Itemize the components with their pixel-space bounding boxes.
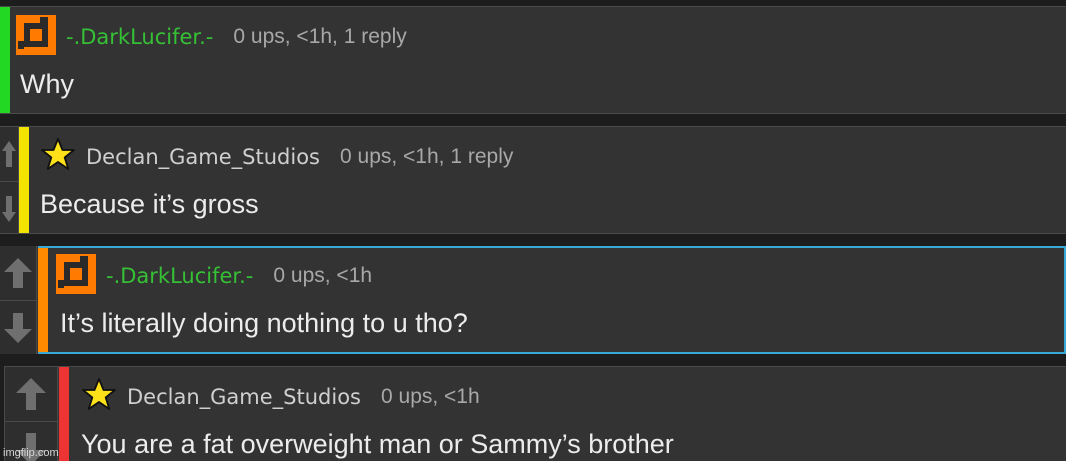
comment-thread: -.DarkLucifer.- 0 ups, <1h, 1 reply Why <box>0 0 1066 461</box>
orange-pixel-avatar-icon[interactable] <box>16 14 56 60</box>
comment: Declan_Game_Studios 0 ups, <1h, 1 reply … <box>0 126 1066 234</box>
selected-comment-frame: -.DarkLucifer.- 0 ups, <1h It’s literall… <box>38 246 1066 354</box>
comment-header: Declan_Game_Studios 0 ups, <1h, 1 reply <box>40 137 513 177</box>
vote-column <box>0 127 19 233</box>
comment-meta: 0 ups, <1h, 1 reply <box>233 25 407 48</box>
username-link[interactable]: -.DarkLucifer.- <box>66 25 213 49</box>
up-arrow-icon <box>2 140 16 167</box>
comment-text: You are a fat overweight man or Sammy’s … <box>81 429 674 459</box>
yellow-star-icon <box>40 137 76 178</box>
comment-meta: 0 ups, <1h, 1 reply <box>340 145 514 168</box>
upvote-button[interactable] <box>0 246 36 299</box>
watermark: imgflip.com <box>3 447 59 459</box>
upvote-button[interactable] <box>0 127 18 180</box>
yellow-star-icon <box>81 377 117 418</box>
orange-pixel-avatar-icon[interactable] <box>56 253 96 299</box>
comment-header: -.DarkLucifer.- 0 ups, <1h, 1 reply <box>16 14 407 60</box>
comment-accent-bar <box>0 7 10 113</box>
username-link[interactable]: Declan_Game_Studios <box>86 145 320 169</box>
comment-meta: 0 ups, <1h <box>381 385 480 408</box>
comment-text: Because it’s gross <box>40 189 259 219</box>
comment-accent-bar <box>19 127 29 233</box>
up-arrow-icon <box>16 377 46 410</box>
comment-meta: 0 ups, <1h <box>273 264 373 287</box>
comment: -.DarkLucifer.- 0 ups, <1h It’s literall… <box>0 246 1066 354</box>
comment-header: -.DarkLucifer.- 0 ups, <1h <box>56 253 373 299</box>
comment-accent-bar <box>59 367 69 461</box>
downvote-button[interactable] <box>0 181 18 235</box>
down-arrow-icon <box>4 312 32 343</box>
comment-text: It’s literally doing nothing to u tho? <box>60 308 468 338</box>
username-link[interactable]: Declan_Game_Studios <box>127 385 361 409</box>
downvote-button[interactable] <box>0 300 36 354</box>
down-arrow-icon <box>2 195 16 222</box>
comment-accent-bar <box>38 248 48 352</box>
vote-column <box>0 246 37 354</box>
comment-text: Why <box>20 69 74 99</box>
up-arrow-icon <box>4 257 32 288</box>
upvote-button[interactable] <box>5 367 57 420</box>
comment: -.DarkLucifer.- 0 ups, <1h, 1 reply Why <box>0 6 1066 114</box>
comment-header: Declan_Game_Studios 0 ups, <1h <box>81 377 480 417</box>
username-link[interactable]: -.DarkLucifer.- <box>106 264 253 288</box>
comment: Declan_Game_Studios 0 ups, <1h You are a… <box>4 366 1066 461</box>
